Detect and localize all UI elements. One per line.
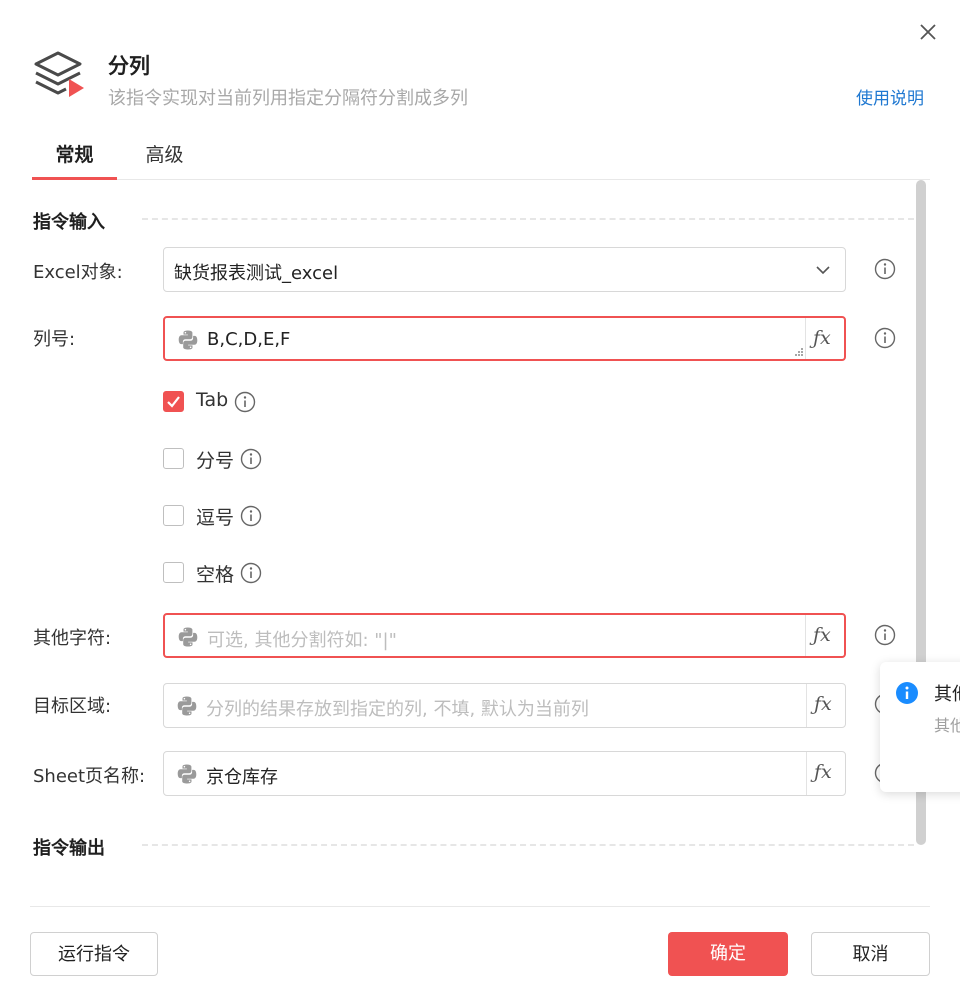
section-divider — [142, 844, 914, 846]
tab-bar: 常规 高级 — [32, 140, 930, 180]
column-label: 列号: — [33, 329, 76, 350]
checkbox-comma-label: 逗号 — [196, 507, 235, 529]
checkbox-semicolon-label: 分号 — [196, 450, 235, 472]
fx-button[interactable]: ƒx — [806, 752, 845, 795]
info-icon[interactable] — [874, 327, 896, 349]
excel-object-value: 缺货报表测试_excel — [174, 263, 339, 284]
section-input-title: 指令输入 — [33, 212, 105, 233]
info-icon[interactable] — [240, 505, 262, 527]
fx-icon: ƒx — [814, 693, 832, 715]
other-chars-input[interactable]: 可选, 其他分割符如: "|" ƒx — [163, 613, 846, 658]
checkbox-tab-label: Tab — [196, 389, 229, 411]
section-output-title: 指令输出 — [33, 838, 105, 859]
check-icon — [167, 396, 180, 408]
close-button[interactable] — [914, 18, 942, 46]
resize-handle-icon[interactable] — [794, 347, 804, 357]
target-area-label: 目标区域: — [33, 696, 112, 717]
sheet-name-input[interactable]: 京仓库存 ƒx — [163, 751, 846, 796]
fx-button[interactable]: ƒx — [806, 684, 845, 727]
dialog-title: 分列 — [108, 54, 150, 78]
info-icon[interactable] — [874, 258, 896, 280]
fx-button[interactable]: ƒx — [805, 318, 844, 359]
footer-divider — [30, 906, 930, 907]
fx-icon: ƒx — [813, 624, 831, 646]
fx-icon: ƒx — [814, 761, 832, 783]
excel-object-select[interactable]: 缺货报表测试_excel — [163, 247, 846, 292]
checkbox-semicolon[interactable] — [163, 448, 184, 469]
other-chars-placeholder: 可选, 其他分割符如: "|" — [207, 630, 397, 651]
excel-object-label: Excel对象: — [33, 262, 123, 283]
confirm-button[interactable]: 确定 — [668, 932, 788, 976]
column-input[interactable]: B,C,D,E,F ƒx — [163, 316, 846, 361]
checkbox-tab[interactable] — [163, 391, 184, 412]
fx-button[interactable]: ƒx — [805, 615, 844, 656]
split-column-dialog: 分列 该指令实现对当前列用指定分隔符分割成多列 使用说明 常规 高级 指令输入 … — [0, 0, 960, 1000]
python-icon — [177, 764, 197, 784]
chevron-down-icon — [816, 266, 830, 275]
tooltip-subtitle: 其他分割符 — [934, 716, 960, 735]
checkbox-space[interactable] — [163, 562, 184, 583]
tab-advanced[interactable]: 高级 — [137, 140, 192, 180]
layers-play-icon — [34, 51, 84, 97]
info-tooltip: 其他字符 其他分割符 — [880, 662, 960, 792]
help-link[interactable]: 使用说明 — [856, 84, 924, 109]
info-icon[interactable] — [240, 562, 262, 584]
info-filled-icon — [896, 682, 918, 704]
cancel-button[interactable]: 取消 — [811, 932, 930, 976]
target-area-input[interactable]: 分列的结果存放到指定的列, 不填, 默认为当前列 ƒx — [163, 683, 846, 728]
dialog-subtitle: 该指令实现对当前列用指定分隔符分割成多列 — [108, 88, 468, 109]
sheet-name-value: 京仓库存 — [206, 767, 278, 788]
run-command-button[interactable]: 运行指令 — [30, 932, 158, 976]
info-icon[interactable] — [234, 391, 256, 413]
checkbox-space-label: 空格 — [196, 564, 235, 586]
column-value: B,C,D,E,F — [207, 329, 291, 350]
tab-general[interactable]: 常规 — [32, 140, 117, 180]
info-icon[interactable] — [240, 448, 262, 470]
python-icon — [178, 627, 198, 647]
target-area-placeholder: 分列的结果存放到指定的列, 不填, 默认为当前列 — [206, 699, 589, 720]
checkbox-comma[interactable] — [163, 505, 184, 526]
close-icon — [920, 24, 936, 40]
fx-icon: ƒx — [813, 327, 831, 349]
tooltip-title: 其他字符 — [934, 684, 960, 705]
python-icon — [177, 696, 197, 716]
python-icon — [178, 330, 198, 350]
section-divider — [142, 218, 914, 220]
info-icon[interactable] — [874, 624, 896, 646]
sheet-name-label: Sheet页名称: — [33, 766, 146, 787]
other-chars-label: 其他字符: — [33, 628, 112, 649]
